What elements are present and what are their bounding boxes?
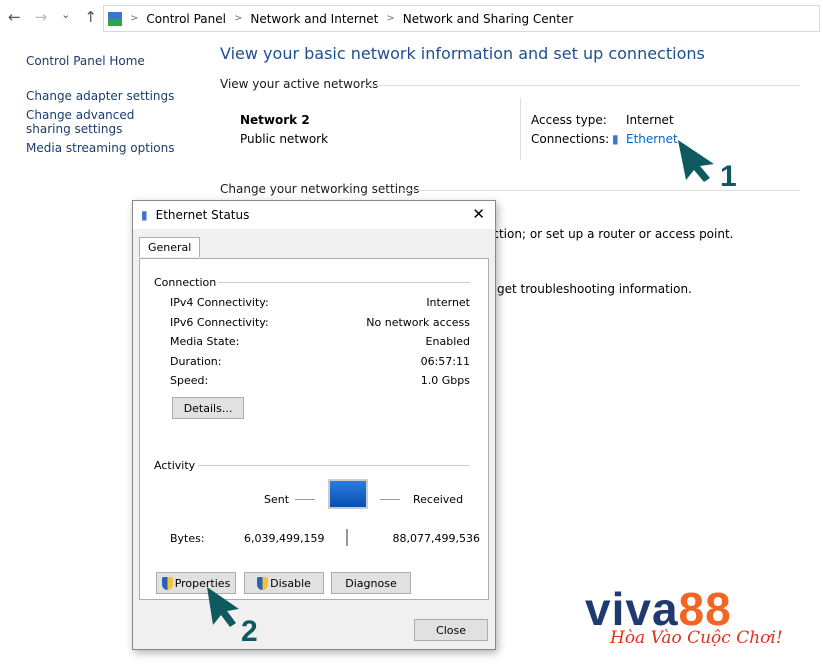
sidebar-item-advanced-sharing[interactable]: Change advanced sharing settings [26,108,176,136]
recent-locations-button[interactable]: ⌄ [61,8,70,26]
diagnose-button[interactable]: Diagnose [331,572,411,594]
activity-heading: Activity [154,459,196,472]
tab-general[interactable]: General [139,237,201,257]
page-title: View your basic network information and … [220,44,705,63]
sidebar-item-media-streaming[interactable]: Media streaming options [26,141,206,155]
network-type[interactable]: Public network [240,132,328,146]
status-row-value: 06:57:11 [420,354,470,368]
nav-buttons: ← → ⌄ ↑ [8,8,97,26]
status-row-value: Enabled [425,335,470,348]
status-row-value: Internet [426,296,470,309]
cursor-arrow-icon [678,140,714,182]
status-row-label: Speed: [170,374,209,387]
access-type-value: Internet [626,113,674,127]
status-row-label: Duration: [170,354,222,368]
details-button[interactable]: Details... [172,397,244,419]
status-row-label: Media State: [170,335,240,348]
annotation-2-label: 2 [241,615,258,647]
annotation-1: 1 [678,140,737,193]
cursor-arrow-icon [207,587,239,627]
breadcrumb-network-sharing[interactable]: Network and Sharing Center [403,12,574,26]
general-panel: Connection IPv4 Connectivity: Internet IPv… [139,258,489,600]
control-panel-icon [108,11,122,26]
sidebar: Control Panel Home Change adapter settin… [26,54,206,155]
received-label: Received [413,493,464,506]
bytes-sent: 6,039,499,159 [244,532,325,545]
shield-icon [161,576,173,590]
status-row-label: IPv6 Connectivity: [170,315,269,329]
connections-label: Connections: [531,132,610,146]
ethernet-icon: ▮ [141,208,148,222]
change-settings-heading: Change your networking settings [220,182,420,196]
network-computers-icon [328,479,368,509]
back-button[interactable]: ← [8,8,21,26]
forward-button[interactable]: → [35,8,48,26]
ethernet-icon: ▮ [612,132,619,146]
dialog-title: Ethernet Status [155,208,250,222]
access-type-label: Access type: [531,113,607,127]
bytes-label: Bytes: [170,532,205,545]
logo-tagline: Hòa Vào Cuộc Chơi! [610,628,783,648]
status-row-label: IPv4 Connectivity: [170,296,269,309]
close-icon[interactable]: ✕ [472,205,485,223]
status-row-value: No network access [366,315,470,329]
active-networks-heading: View your active networks [220,77,379,91]
ethernet-link[interactable]: Ethernet [626,132,678,146]
up-button[interactable]: ↑ [84,8,97,26]
breadcrumb-control-panel[interactable]: Control Panel [146,12,226,26]
sidebar-home[interactable]: Control Panel Home [26,54,206,68]
breadcrumb-network-internet[interactable]: Network and Internet [250,12,378,26]
annotation-2: 2 [207,587,258,647]
troubleshoot-text: get troubleshooting information. [497,282,692,296]
network-name: Network 2 [240,113,310,127]
address-bar[interactable]: > Control Panel > Network and Internet > Ne… [103,5,820,32]
close-button[interactable]: Close [414,619,488,641]
viva88-logo: viva88 [585,583,732,635]
ethernet-status-dialog: ▮ Ethernet Status ✕ General Connection IP… [132,200,496,650]
sent-label: Sent [264,493,290,506]
status-row-value: 1.0 Gbps [420,374,470,387]
connection-heading: Connection [154,276,217,289]
setup-connection-text: ection; or set up a router or access poi… [485,227,734,241]
annotation-1-label: 1 [720,160,737,193]
sidebar-item-adapter[interactable]: Change adapter settings [26,89,206,103]
bytes-received: 88,077,499,536 [392,532,480,545]
